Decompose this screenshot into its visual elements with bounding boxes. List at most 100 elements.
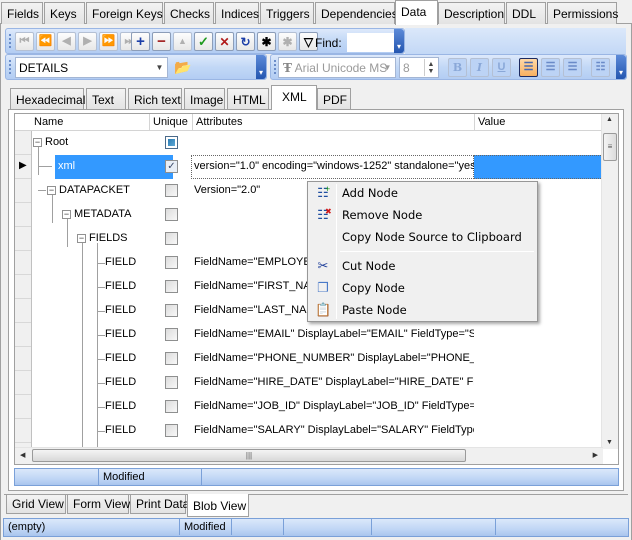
row-indicator[interactable] (15, 371, 31, 395)
tab-rich-text[interactable]: Rich text (128, 88, 182, 109)
tab-form-view[interactable]: Form View (67, 495, 130, 514)
tree-row-root[interactable]: − Root (32, 131, 603, 155)
menu-item-cut-node[interactable]: ✂ Cut Node (310, 255, 535, 277)
toolbar-grip[interactable] (9, 34, 11, 50)
font-name-select[interactable]: Ŧ Arial Unicode MS ▼ (278, 57, 396, 78)
toolbar-grip[interactable] (9, 60, 11, 76)
blob-field-select[interactable]: DETAILS ▼ (15, 57, 168, 78)
column-header-attributes[interactable]: Attributes (196, 116, 242, 128)
tab-image[interactable]: Image (184, 88, 225, 109)
scroll-left-icon[interactable]: ◀ (20, 451, 25, 459)
tree-row-field[interactable]: FIELD FieldName="EMAIL" DisplayLabel="EM… (32, 323, 603, 347)
unique-checkbox[interactable] (165, 352, 178, 365)
horizontal-scrollbar[interactable]: ◀ ||| ▶ (15, 447, 603, 464)
row-indicator[interactable] (15, 251, 31, 275)
node-attributes[interactable]: FieldName="PHONE_NUMBER" DisplayLabel="P… (194, 352, 474, 364)
tab-pdf[interactable]: PDF (317, 88, 351, 109)
row-indicator[interactable] (15, 419, 31, 443)
align-left-button[interactable]: ☰ (519, 58, 538, 77)
unique-checkbox[interactable] (165, 424, 178, 437)
tab-fields[interactable]: Fields (1, 2, 43, 24)
row-indicator[interactable] (15, 395, 31, 419)
unique-checkbox[interactable] (165, 304, 178, 317)
toolbar-options-button[interactable]: ▾ (256, 55, 266, 79)
menu-item-copy-node-source[interactable]: Copy Node Source to Clipboard (310, 226, 535, 248)
set-bookmark-button[interactable]: ✱ (257, 32, 276, 51)
prior-page-button[interactable]: ⏪ (36, 32, 55, 51)
next-page-button[interactable]: ⏩ (99, 32, 118, 51)
unique-checkbox[interactable] (165, 328, 178, 341)
collapse-icon[interactable]: − (77, 234, 86, 243)
node-attributes[interactable]: FieldName="SALARY" DisplayLabel="SALARY"… (194, 424, 474, 436)
menu-item-remove-node[interactable]: ☷ ✖ Remove Node (310, 204, 535, 226)
scroll-thumb[interactable]: ||| (32, 449, 466, 462)
menu-item-copy-node[interactable]: ❐ Copy Node (310, 277, 535, 299)
unique-checkbox[interactable] (165, 256, 178, 269)
scroll-up-icon[interactable]: ▲ (606, 116, 613, 123)
unique-checkbox-checked[interactable]: ✓ (165, 160, 178, 173)
italic-button[interactable]: I (470, 58, 489, 77)
node-attributes[interactable]: FieldName="JOB_ID" DisplayLabel="JOB_ID"… (194, 400, 474, 412)
column-header-value[interactable]: Value (478, 116, 505, 128)
delete-record-button[interactable]: − (152, 32, 171, 51)
prior-record-button[interactable]: ◀ (57, 32, 76, 51)
font-size-spinner[interactable]: 8 ▲ ▼ (399, 57, 439, 78)
scroll-thumb[interactable]: ≡ (603, 133, 617, 161)
refresh-button[interactable]: ↻ (236, 32, 255, 51)
tab-indices[interactable]: Indices (215, 2, 259, 24)
unique-checkbox[interactable] (165, 208, 178, 221)
row-indicator[interactable] (15, 299, 31, 323)
toolbar-options-button[interactable]: ▾ (394, 29, 404, 53)
tree-row-xml[interactable]: xml ✓ version="1.0" encoding="windows-12… (32, 155, 603, 179)
tab-checks[interactable]: Checks (164, 2, 214, 24)
row-indicator[interactable] (15, 179, 31, 203)
insert-record-button[interactable]: + (131, 32, 150, 51)
unique-checkbox[interactable] (165, 376, 178, 389)
column-divider[interactable] (149, 114, 150, 131)
scroll-down-icon[interactable]: ▼ (606, 439, 613, 446)
chevron-down-icon[interactable]: ▼ (381, 59, 394, 76)
node-attributes[interactable]: FieldName="EMAIL" DisplayLabel="EMAIL" F… (194, 328, 474, 340)
tab-text[interactable]: Text (86, 88, 126, 109)
tree-row-field[interactable]: FIELD FieldName="SALARY" DisplayLabel="S… (32, 419, 603, 443)
row-indicator[interactable]: ▶ (15, 155, 31, 179)
first-record-button[interactable]: ⏮ (15, 32, 34, 51)
row-indicator[interactable] (15, 227, 31, 251)
node-attributes[interactable]: FieldName="HIRE_DATE" DisplayLabel="HIRE… (194, 376, 474, 388)
open-folder-icon[interactable]: 📂 (174, 59, 191, 75)
tab-triggers[interactable]: Triggers (260, 2, 314, 24)
row-indicator[interactable] (15, 347, 31, 371)
edit-record-button[interactable]: ▲ (173, 32, 192, 51)
tab-html[interactable]: HTML (227, 88, 269, 109)
tab-print-data[interactable]: Print Data (130, 495, 189, 514)
tab-permissions[interactable]: Permissions (547, 2, 618, 24)
bullets-button[interactable]: ☷ (591, 58, 610, 77)
align-right-button[interactable]: ☰ (563, 58, 582, 77)
underline-button[interactable]: U (492, 58, 511, 77)
tab-hexadecimal[interactable]: Hexadecimal (10, 88, 85, 109)
column-header-name[interactable]: Name (34, 116, 63, 128)
row-indicator[interactable] (15, 203, 31, 227)
row-indicator[interactable] (15, 323, 31, 347)
tree-row-field[interactable]: FIELD FieldName="JOB_ID" DisplayLabel="J… (32, 395, 603, 419)
goto-bookmark-button[interactable]: ✱ (278, 32, 297, 51)
unique-checkbox[interactable] (165, 232, 178, 245)
next-record-button[interactable]: ▶ (78, 32, 97, 51)
vertical-scrollbar[interactable]: ▲ ≡ ▼ (601, 114, 618, 449)
chevron-down-icon[interactable]: ▼ (153, 59, 166, 76)
collapse-icon[interactable]: − (62, 210, 71, 219)
menu-item-add-node[interactable]: ☷ + Add Node (310, 182, 535, 204)
unique-checkbox[interactable] (165, 184, 178, 197)
tab-xml[interactable]: XML (271, 85, 317, 110)
find-input[interactable] (347, 33, 397, 52)
scroll-right-icon[interactable]: ▶ (593, 451, 598, 459)
column-divider[interactable] (474, 114, 475, 131)
unique-checkbox[interactable] (165, 400, 178, 413)
column-divider[interactable] (192, 114, 193, 131)
unique-checkbox[interactable] (165, 136, 178, 149)
node-attributes[interactable]: version="1.0" encoding="windows-1252" st… (194, 160, 474, 172)
tab-keys[interactable]: Keys (44, 2, 85, 24)
row-indicator[interactable] (15, 131, 31, 155)
tree-row-field[interactable]: FIELD FieldName="HIRE_DATE" DisplayLabel… (32, 371, 603, 395)
toolbar-grip[interactable] (274, 60, 276, 76)
